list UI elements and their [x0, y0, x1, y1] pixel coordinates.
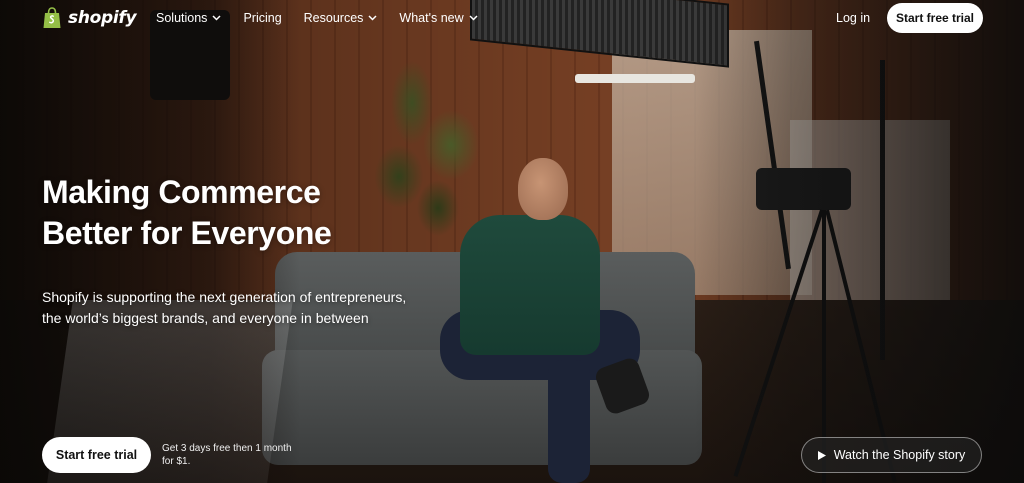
nav-item-label: What's new: [399, 11, 464, 25]
person-torso: [460, 215, 600, 355]
hero-subtext: Shopify is supporting the next generatio…: [42, 287, 442, 329]
nav-item-resources[interactable]: Resources: [304, 11, 378, 25]
watch-story-label: Watch the Shopify story: [833, 448, 966, 462]
hero-section: shopify Solutions Pricing Resources What…: [0, 0, 1024, 483]
shopping-bag-icon: [43, 7, 61, 28]
background-shadow-right: [694, 0, 1024, 483]
hero-headline-line: Making Commerce: [42, 174, 321, 210]
nav-links: Solutions Pricing Resources What's new: [156, 11, 500, 25]
nav-item-pricing[interactable]: Pricing: [243, 11, 281, 25]
hero-start-free-trial-button[interactable]: Start free trial: [42, 437, 151, 473]
person-head: [518, 158, 568, 220]
hero-subtext-line: Shopify is supporting the next generatio…: [42, 289, 407, 305]
offer-line: for $1.: [162, 456, 191, 467]
watch-story-button[interactable]: Watch the Shopify story: [801, 437, 982, 473]
studio-light-bar: [575, 74, 695, 83]
nav-item-whats-new[interactable]: What's new: [399, 11, 478, 25]
nav-item-label: Resources: [303, 11, 364, 25]
nav-item-solutions[interactable]: Solutions: [156, 11, 221, 25]
nav-item-label: Solutions: [156, 11, 208, 25]
chevron-down-icon: [368, 15, 377, 21]
nav-start-free-trial-button[interactable]: Start free trial: [887, 3, 983, 33]
logo-wordmark: shopify: [68, 8, 137, 28]
nav-item-label: Pricing: [243, 11, 282, 25]
top-nav: shopify Solutions Pricing Resources What…: [0, 0, 1024, 36]
shopify-logo[interactable]: shopify: [42, 7, 137, 29]
trial-offer-note: Get 3 days free then 1 month for $1.: [162, 442, 302, 468]
person-shin: [548, 360, 590, 483]
play-icon: [817, 450, 826, 460]
chevron-down-icon: [469, 15, 478, 21]
hero-headline-line: Better for Everyone: [42, 215, 332, 251]
hero-headline: Making Commerce Better for Everyone: [42, 172, 442, 254]
hero-subtext-line: the world’s biggest brands, and everyone…: [42, 310, 369, 326]
offer-line: Get 3 days free then 1 month: [162, 443, 292, 454]
login-link[interactable]: Log in: [836, 11, 870, 25]
chevron-down-icon: [212, 15, 221, 21]
